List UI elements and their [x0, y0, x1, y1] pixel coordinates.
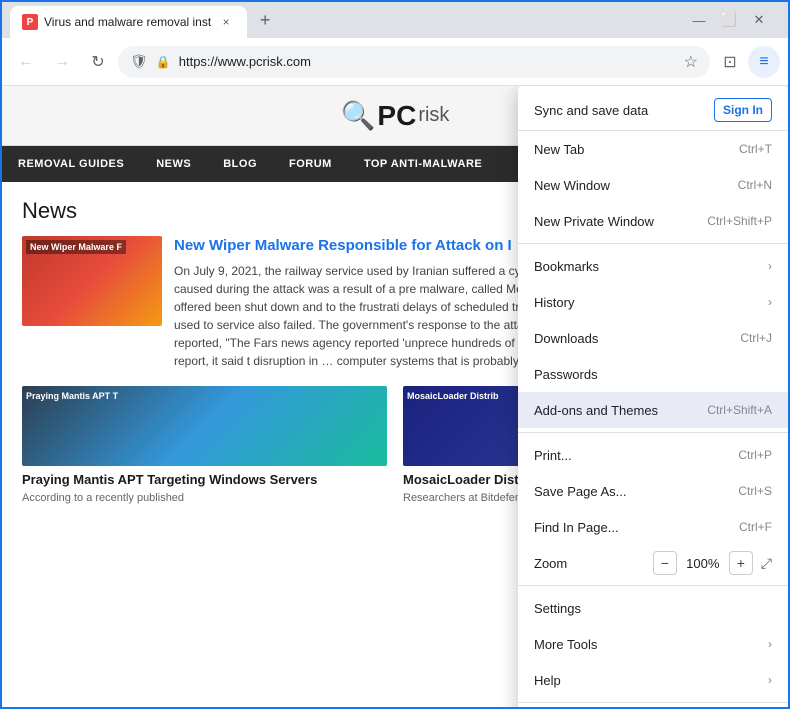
news-card-label-0: Praying Mantis APT T: [22, 387, 122, 405]
news-card-thumb-0: Praying Mantis APT T: [22, 386, 387, 466]
menu-item-help[interactable]: Help ›: [518, 662, 788, 698]
toolbar-buttons: ⊡ ≡: [714, 46, 780, 78]
url-text: https://www.pcrisk.com: [179, 54, 676, 69]
lock-icon: 🔒: [156, 55, 171, 69]
menu-item-print[interactable]: Print... Ctrl+P: [518, 437, 788, 473]
news-card-0: Praying Mantis APT T Praying Mantis APT …: [22, 386, 387, 505]
menu-item-new-tab[interactable]: New Tab Ctrl+T: [518, 131, 788, 167]
zoom-plus-button[interactable]: +: [729, 551, 753, 575]
zoom-control: − 100% + ⤢: [653, 551, 772, 575]
menu-item-addons[interactable]: Add-ons and Themes Ctrl+Shift+A: [518, 392, 788, 428]
back-button[interactable]: ←: [10, 46, 42, 78]
close-button[interactable]: ✕: [746, 7, 772, 33]
menu-item-find[interactable]: Find In Page... Ctrl+F: [518, 509, 788, 545]
menu-item-zoom: Zoom − 100% + ⤢: [518, 545, 788, 581]
menu-item-settings[interactable]: Settings: [518, 590, 788, 626]
nav-news[interactable]: NEWS: [152, 146, 195, 182]
news-card-title-0[interactable]: Praying Mantis APT Targeting Windows Ser…: [22, 472, 387, 489]
address-bar: ← → ↻ 🛡 🔒 https://www.pcrisk.com ☆ ⊡ ≡: [2, 38, 788, 86]
logo-pc: PC: [377, 100, 416, 132]
nav-blog[interactable]: BLOG: [219, 146, 261, 182]
menu-item-more-tools[interactable]: More Tools ›: [518, 626, 788, 662]
menu-divider-1: [518, 243, 788, 244]
sync-text: Sync and save data: [534, 103, 648, 118]
nav-forum[interactable]: FORUM: [285, 146, 336, 182]
nav-removal-guides[interactable]: REMOVAL GUIDES: [14, 146, 128, 182]
menu-divider-4: [518, 702, 788, 703]
main-news-thumbnail: New Wiper Malware F: [22, 236, 162, 326]
active-tab[interactable]: P Virus and malware removal inst ×: [10, 6, 247, 38]
browser-menu-dropdown: Sync and save data Sign In New Tab Ctrl+…: [518, 86, 788, 707]
tab-title: Virus and malware removal inst: [44, 15, 211, 29]
tab-bar: P Virus and malware removal inst × + — ⬜…: [2, 2, 788, 38]
forward-button[interactable]: →: [46, 46, 78, 78]
maximize-button[interactable]: ⬜: [716, 7, 742, 33]
sign-in-button[interactable]: Sign In: [714, 98, 772, 122]
menu-button[interactable]: ≡: [748, 46, 780, 78]
shield2-button[interactable]: ⊡: [714, 46, 746, 78]
browser-frame: P Virus and malware removal inst × + — ⬜…: [0, 0, 790, 709]
window-controls: — ⬜ ✕: [678, 7, 780, 33]
news-card-excerpt-0: According to a recently published: [22, 492, 387, 504]
zoom-expand-icon[interactable]: ⤢: [761, 555, 772, 572]
shield-icon: 🛡: [130, 53, 148, 70]
site-logo: 🔍 PCrisk: [341, 99, 450, 132]
menu-item-history[interactable]: History ›: [518, 284, 788, 320]
menu-divider-3: [518, 585, 788, 586]
new-tab-button[interactable]: +: [251, 6, 279, 34]
menu-divider-2: [518, 432, 788, 433]
minimize-button[interactable]: —: [686, 7, 712, 33]
zoom-value: 100%: [685, 556, 721, 571]
logo-risk: risk: [418, 104, 449, 127]
menu-item-downloads[interactable]: Downloads Ctrl+J: [518, 320, 788, 356]
menu-item-new-window[interactable]: New Window Ctrl+N: [518, 167, 788, 203]
sync-section: Sync and save data Sign In: [518, 90, 788, 131]
bookmark-star-icon[interactable]: ☆: [684, 52, 698, 72]
menu-item-passwords[interactable]: Passwords: [518, 356, 788, 392]
website-content: 🔍 PCrisk REMOVAL GUIDES NEWS BLOG FORUM …: [2, 86, 788, 707]
news-card-label-1: MosaicLoader Distrib: [403, 387, 503, 405]
reload-button[interactable]: ↻: [82, 46, 114, 78]
nav-top-anti-malware[interactable]: TOP ANTI-MALWARE: [360, 146, 486, 182]
url-bar[interactable]: 🛡 🔒 https://www.pcrisk.com ☆: [118, 46, 710, 78]
tab-close-button[interactable]: ×: [217, 13, 235, 31]
main-news-thumb-label: New Wiper Malware F: [26, 240, 126, 254]
zoom-minus-button[interactable]: −: [653, 551, 677, 575]
tab-favicon: P: [22, 14, 38, 30]
menu-item-new-private-window[interactable]: New Private Window Ctrl+Shift+P: [518, 203, 788, 239]
menu-item-bookmarks[interactable]: Bookmarks ›: [518, 248, 788, 284]
menu-item-save-page[interactable]: Save Page As... Ctrl+S: [518, 473, 788, 509]
